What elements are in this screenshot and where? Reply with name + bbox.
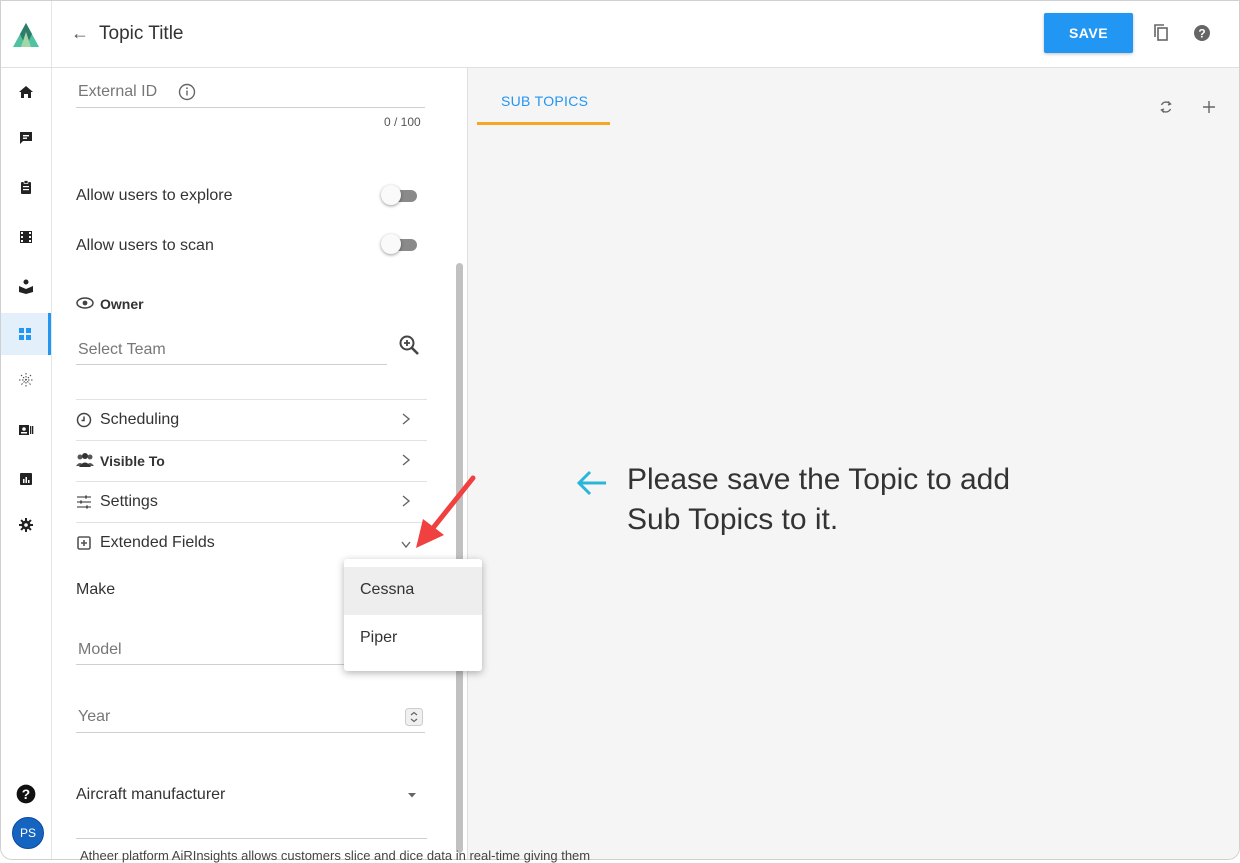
info-icon[interactable] bbox=[178, 83, 196, 101]
home-icon bbox=[19, 86, 33, 98]
sparkle-icon bbox=[19, 373, 33, 387]
sliders-icon bbox=[77, 495, 91, 509]
select-team-underline bbox=[76, 364, 387, 365]
copy-icon[interactable] bbox=[1151, 23, 1171, 43]
clipboard-icon bbox=[21, 180, 31, 194]
select-team-input[interactable]: Select Team bbox=[78, 341, 166, 359]
extend-icon bbox=[77, 536, 91, 550]
annotation-arrow-icon bbox=[416, 475, 476, 548]
chevron-right-icon bbox=[402, 413, 411, 425]
header-divider bbox=[51, 1, 52, 67]
make-label: Make bbox=[76, 581, 116, 598]
back-arrow-icon[interactable]: ← bbox=[71, 23, 89, 44]
footer-text: Atheer platform AiRInsights allows custo… bbox=[80, 848, 591, 863]
learning-icon bbox=[19, 279, 33, 294]
dashboard-icon bbox=[18, 328, 31, 340]
dropdown-option-piper[interactable]: Piper bbox=[344, 615, 482, 663]
left-panel-scrollbar[interactable] bbox=[456, 263, 463, 853]
chart-icon bbox=[20, 473, 32, 485]
users-icon bbox=[76, 453, 94, 467]
aircraft-manufacturer-underline bbox=[76, 838, 427, 839]
sidebar-item-reports[interactable] bbox=[1, 459, 51, 499]
sidebar-item-settings[interactable] bbox=[1, 505, 51, 545]
sidebar-item-clipboard[interactable] bbox=[1, 167, 51, 207]
option-label: Cessna bbox=[360, 581, 415, 598]
zoom-in-icon[interactable] bbox=[398, 334, 420, 356]
page-title: Topic Title bbox=[99, 23, 184, 44]
save-button[interactable]: SAVE bbox=[1044, 13, 1133, 53]
chevron-right-icon bbox=[402, 454, 411, 466]
section-extended-fields[interactable]: Extended Fields bbox=[76, 522, 427, 563]
sidebar-item-contacts[interactable] bbox=[1, 410, 51, 450]
chat-icon bbox=[20, 132, 32, 144]
tab-label: SUB TOPICS bbox=[501, 93, 589, 109]
add-icon[interactable] bbox=[1201, 99, 1217, 115]
tab-active-indicator bbox=[477, 122, 610, 125]
aircraft-manufacturer-label: Aircraft manufacturer bbox=[76, 786, 226, 803]
avatar[interactable]: PS bbox=[12, 817, 44, 849]
section-label: Visible To bbox=[100, 453, 165, 469]
make-dropdown-menu: Cessna Piper bbox=[344, 559, 482, 671]
sidebar-item-learning[interactable] bbox=[1, 266, 51, 306]
empty-message-line: Please save the Topic to add bbox=[627, 463, 1011, 496]
contact-card-icon bbox=[19, 425, 34, 435]
section-scheduling[interactable]: Scheduling bbox=[76, 399, 427, 440]
arrow-left-icon bbox=[576, 470, 606, 496]
svg-text:?: ? bbox=[22, 787, 30, 802]
allow-explore-toggle[interactable] bbox=[381, 185, 417, 205]
clock-icon bbox=[76, 412, 92, 428]
allow-scan-toggle[interactable] bbox=[381, 234, 417, 254]
empty-message-line: Sub Topics to it. bbox=[627, 503, 839, 536]
section-settings[interactable]: Settings bbox=[76, 481, 427, 522]
external-id-counter: 0 / 100 bbox=[384, 115, 421, 129]
sidebar-help[interactable]: ? bbox=[1, 774, 51, 814]
model-input[interactable]: Model bbox=[78, 641, 122, 659]
sidebar-item-chat[interactable] bbox=[1, 118, 51, 158]
year-underline bbox=[76, 732, 425, 733]
dropdown-caret-icon[interactable] bbox=[407, 790, 417, 800]
allow-scan-label: Allow users to scan bbox=[76, 237, 214, 254]
app-logo-icon[interactable] bbox=[11, 21, 41, 49]
sub-topics-panel: SUB TOPICS Please save the Topic to add … bbox=[468, 68, 1239, 859]
film-icon bbox=[20, 231, 32, 243]
section-visible-to[interactable]: Visible To bbox=[76, 440, 427, 481]
external-id-label: External ID bbox=[78, 83, 158, 100]
sidebar-item-home[interactable] bbox=[1, 72, 51, 112]
option-label: Piper bbox=[360, 629, 398, 646]
gear-icon bbox=[19, 518, 33, 532]
external-id-input[interactable] bbox=[76, 107, 425, 108]
year-input[interactable]: Year bbox=[78, 708, 110, 726]
svg-text:?: ? bbox=[1198, 27, 1205, 41]
section-label: Settings bbox=[100, 493, 158, 510]
refresh-icon[interactable] bbox=[1158, 99, 1174, 115]
number-spinner-icon[interactable] bbox=[405, 708, 423, 726]
tab-sub-topics[interactable]: SUB TOPICS bbox=[477, 86, 610, 125]
topic-form-panel: External ID 0 / 100 Allow users to explo… bbox=[52, 68, 452, 859]
sidebar-item-media[interactable] bbox=[1, 217, 51, 257]
help-icon: ? bbox=[16, 784, 36, 804]
sidebar-item-sparkle[interactable] bbox=[1, 360, 51, 400]
app-window: ← Topic Title SAVE ? ? PS External ID 0 … bbox=[0, 0, 1240, 860]
sidebar: ? PS bbox=[1, 68, 52, 859]
allow-explore-label: Allow users to explore bbox=[76, 187, 233, 204]
section-label: Scheduling bbox=[100, 411, 180, 428]
sidebar-item-dashboard[interactable] bbox=[1, 313, 51, 355]
owner-label: Owner bbox=[100, 296, 144, 312]
section-label: Extended Fields bbox=[100, 534, 215, 551]
top-header: ← Topic Title SAVE ? bbox=[1, 1, 1239, 68]
eye-icon bbox=[76, 297, 94, 309]
help-icon[interactable]: ? bbox=[1192, 23, 1212, 43]
dropdown-option-cessna[interactable]: Cessna bbox=[344, 567, 482, 615]
empty-state-message: Please save the Topic to add Sub Topics … bbox=[627, 460, 1127, 540]
